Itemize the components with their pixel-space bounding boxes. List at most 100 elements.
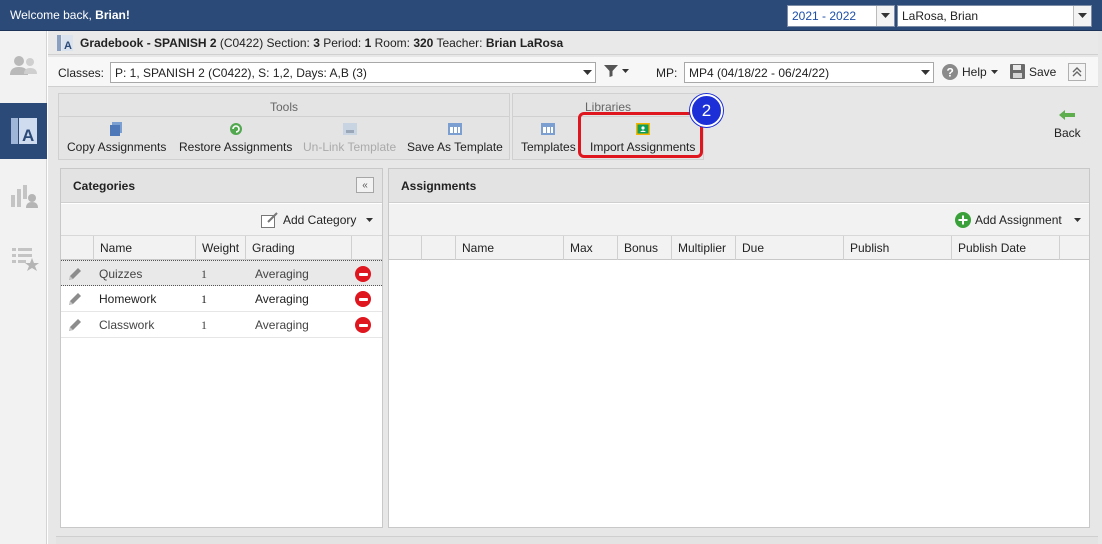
- mp-label: MP:: [656, 66, 678, 80]
- pencil-icon[interactable]: [67, 266, 83, 282]
- save-as-template-button[interactable]: Save As Template: [407, 122, 503, 158]
- page-title: Gradebook - SPANISH 2 (C0422) Section: 3…: [80, 35, 564, 50]
- svg-text:?: ?: [947, 66, 954, 80]
- category-name: Quizzes: [99, 267, 143, 281]
- restore-assignments-button[interactable]: Restore Assignments: [179, 122, 292, 158]
- chevron-down-icon: [579, 63, 595, 82]
- unlink-template-button[interactable]: Un-Link Template: [303, 122, 396, 158]
- table-row[interactable]: Homework 1 Averaging: [61, 286, 382, 312]
- categories-table-header: Name Weight Grading: [61, 236, 382, 260]
- classes-label: Classes:: [58, 66, 105, 80]
- rail-standards[interactable]: [0, 235, 47, 281]
- table-row[interactable]: Classwork 1 Averaging: [61, 312, 382, 338]
- mp-select[interactable]: MP4 (04/18/22 - 06/24/22): [684, 62, 934, 83]
- category-grading: Averaging: [255, 318, 309, 332]
- icon-column-header: [421, 236, 455, 260]
- pencil-icon[interactable]: [67, 317, 83, 333]
- rail-gradebook[interactable]: A: [0, 103, 47, 159]
- category-weight: 1: [201, 267, 207, 281]
- gradebook-icon: A: [10, 118, 37, 145]
- highlight-box: [578, 112, 703, 158]
- templates-button[interactable]: Templates: [521, 122, 576, 158]
- restore-assignments-label: Restore Assignments: [179, 140, 293, 154]
- column-header-multiplier[interactable]: Multiplier: [671, 236, 735, 260]
- double-chevron-up-icon: [1072, 67, 1082, 77]
- delete-icon[interactable]: [355, 291, 371, 307]
- top-bar: Welcome back, Brian! 2021 - 2022 LaRosa,…: [0, 0, 1102, 31]
- classes-select-value: P: 1, SPANISH 2 (C0422), S: 1,2, Days: A…: [115, 65, 367, 80]
- template-icon: [541, 123, 556, 135]
- edit-column-header: [61, 236, 93, 260]
- list-star-icon: [11, 248, 39, 271]
- user-select[interactable]: LaRosa, Brian: [897, 5, 1092, 27]
- categories-panel: Categories « Add Category Name Weight Gr…: [60, 168, 383, 528]
- select-column-header: [389, 236, 421, 260]
- chevron-down-icon: [876, 6, 894, 26]
- delete-icon[interactable]: [355, 317, 371, 333]
- template-icon: [447, 123, 462, 135]
- analytics-icon: [10, 185, 38, 208]
- year-select-value: 2021 - 2022: [792, 9, 857, 23]
- column-header-publish-date[interactable]: Publish Date: [951, 236, 1059, 260]
- step-number-badge: 2: [690, 94, 723, 127]
- delete-icon[interactable]: [355, 266, 371, 282]
- column-header-name[interactable]: Name: [455, 236, 563, 260]
- gradebook-icon: A: [57, 34, 73, 52]
- gradebook-title-bar: A Gradebook - SPANISH 2 (C0422) Section:…: [48, 31, 1098, 55]
- column-header-max[interactable]: Max: [563, 236, 617, 260]
- help-button[interactable]: ? Help: [942, 64, 998, 80]
- plus-circle-icon: [955, 212, 971, 228]
- tools-group-title: Tools: [269, 100, 298, 114]
- add-category-icon: [261, 212, 278, 228]
- save-as-template-label: Save As Template: [407, 140, 503, 154]
- main-area: A Gradebook - SPANISH 2 (C0422) Section:…: [48, 31, 1102, 544]
- back-arrow-icon: [1059, 110, 1076, 120]
- category-grading: Averaging: [255, 267, 309, 281]
- categories-title: Categories: [73, 179, 136, 193]
- collapse-header-button[interactable]: [1068, 63, 1086, 81]
- filter-icon: [604, 65, 618, 77]
- category-weight: 1: [201, 318, 207, 332]
- copy-assignments-button[interactable]: Copy Assignments: [67, 122, 166, 158]
- rail-students[interactable]: [0, 43, 47, 89]
- caret-down-icon: [366, 217, 374, 222]
- back-button[interactable]: Back: [1054, 110, 1081, 140]
- collapse-panel-button[interactable]: «: [356, 177, 374, 193]
- categories-action-bar: Add Category: [61, 204, 382, 236]
- classes-select[interactable]: P: 1, SPANISH 2 (C0422), S: 1,2, Days: A…: [110, 62, 596, 83]
- mp-select-value: MP4 (04/18/22 - 06/24/22): [689, 65, 830, 80]
- column-header-bonus[interactable]: Bonus: [617, 236, 671, 260]
- pencil-icon[interactable]: [67, 291, 83, 307]
- category-name: Classwork: [99, 318, 155, 332]
- column-header-name[interactable]: Name: [93, 236, 195, 260]
- chevron-down-icon: [917, 63, 933, 82]
- assignments-table-header: Name Max Bonus Multiplier Due Publish Pu…: [389, 236, 1089, 260]
- add-category-button[interactable]: Add Category: [261, 212, 374, 228]
- column-header-due[interactable]: Due: [735, 236, 843, 260]
- column-header-publish[interactable]: Publish: [843, 236, 951, 260]
- svg-text:A: A: [64, 40, 72, 52]
- templates-label: Templates: [521, 140, 576, 154]
- table-row[interactable]: Quizzes 1 Averaging: [61, 260, 382, 286]
- assignments-panel: Assignments Add Assignment Name Max Bonu…: [388, 168, 1090, 528]
- assignments-title: Assignments: [401, 179, 477, 193]
- extra-column-header: [1059, 236, 1090, 260]
- restore-icon: [229, 123, 242, 135]
- save-button[interactable]: Save: [1010, 64, 1056, 79]
- column-header-weight[interactable]: Weight: [195, 236, 245, 260]
- floppy-disk-icon: [1010, 64, 1025, 79]
- filter-button[interactable]: [604, 65, 629, 77]
- svg-text:A: A: [22, 126, 34, 145]
- rail-analytics[interactable]: [0, 171, 47, 217]
- caret-down-icon: [1073, 217, 1081, 222]
- year-select[interactable]: 2021 - 2022: [787, 5, 895, 27]
- users-icon: [9, 56, 37, 75]
- copy-assignments-label: Copy Assignments: [67, 140, 167, 154]
- add-assignment-button[interactable]: Add Assignment: [955, 212, 1081, 228]
- add-assignment-label: Add Assignment: [975, 213, 1062, 227]
- column-header-grading[interactable]: Grading: [245, 236, 351, 260]
- save-label: Save: [1029, 64, 1057, 79]
- delete-column-header: [351, 236, 383, 260]
- tools-group: Tools Copy Assignments Restore Assignmen…: [58, 93, 510, 160]
- chevron-down-icon: [1073, 6, 1091, 26]
